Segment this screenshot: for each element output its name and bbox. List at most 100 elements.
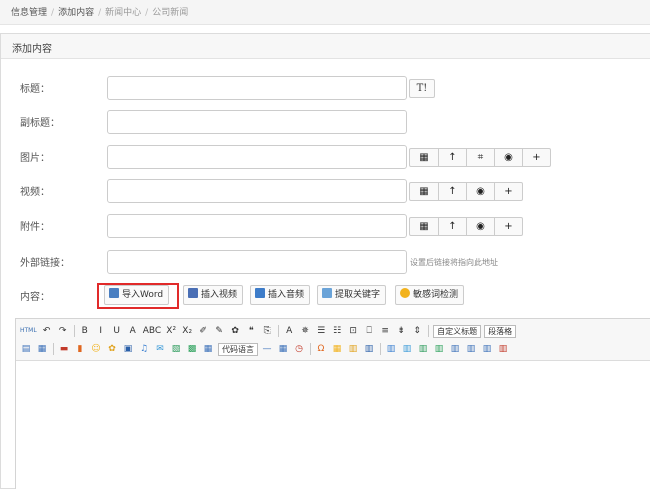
title-label: 标题： <box>20 84 50 95</box>
toolbar-button-row2-18[interactable]: ▥ <box>363 342 375 356</box>
toolbar-button-18[interactable]: ☷ <box>331 324 343 338</box>
toolbar-button-19[interactable]: ⊡ <box>347 324 359 338</box>
toolbar-button-3[interactable]: B <box>79 324 91 338</box>
toolbar-button-22[interactable]: ⇟ <box>395 324 407 338</box>
title-row: 标题： T! <box>0 76 650 100</box>
toolbar-button-row2-12[interactable]: — <box>261 342 273 356</box>
breadcrumb-item-company-news[interactable]: 公司新闻 <box>152 8 188 18</box>
toolbar-separator <box>380 343 381 355</box>
extract-keywords-label: 提取关键字 <box>335 290 381 300</box>
toolbar-button-10[interactable]: ✐ <box>197 324 209 338</box>
image-add-button[interactable]: + <box>522 149 550 166</box>
toolbar-button-1[interactable]: ↶ <box>41 324 53 338</box>
image-upload-button[interactable]: ↑ <box>438 149 466 166</box>
video-row: 视频： ▦ ↑ ◉ + <box>0 179 650 203</box>
title-input[interactable] <box>107 76 407 100</box>
toolbar-button-2[interactable]: ↷ <box>57 324 69 338</box>
attachment-row: 附件： ▦ ↑ ◉ + <box>0 214 650 238</box>
attachment-browse-button[interactable]: ▦ <box>410 218 438 235</box>
toolbar-button-row2-24[interactable]: ▥ <box>465 342 477 356</box>
video-browse-button[interactable]: ▦ <box>410 183 438 200</box>
external-link-hint: 设置后链接将指向此地址 <box>410 258 498 267</box>
toolbar-button-row2-1[interactable]: ▦ <box>36 342 48 356</box>
toolbar-button-row2-25[interactable]: ▥ <box>481 342 493 356</box>
toolbar-button-17[interactable]: ☰ <box>315 324 327 338</box>
toolbar-button-row2-3[interactable]: ▮ <box>74 342 86 356</box>
breadcrumb-separator: / <box>51 8 55 18</box>
toolbar-button-row2-19[interactable]: ▥ <box>385 342 397 356</box>
attachment-add-button[interactable]: + <box>494 218 522 235</box>
toolbar-button-9[interactable]: X₂ <box>181 324 193 338</box>
toolbar-button-row2-16[interactable]: ▦ <box>331 342 343 356</box>
toolbar-button-21[interactable]: ≡ <box>379 324 391 338</box>
toolbar-separator <box>310 343 311 355</box>
editor-body[interactable] <box>16 361 650 489</box>
toolbar-button-row2-21[interactable]: ▥ <box>417 342 429 356</box>
breadcrumb-item-add-content[interactable]: 添加内容 <box>58 8 94 18</box>
code-language-select[interactable]: 代码语言 <box>218 342 258 356</box>
toolbar-button-row2-9[interactable]: ▧ <box>170 342 182 356</box>
attachment-label: 附件： <box>20 222 50 233</box>
extract-keywords-button[interactable]: 提取关键字 <box>317 285 387 305</box>
toolbar-button-row2-17[interactable]: ▥ <box>347 342 359 356</box>
toolbar-button-row2-15[interactable]: Ω <box>315 342 327 356</box>
toolbar-button-0[interactable]: HTML <box>20 324 37 338</box>
toolbar-select-0[interactable]: 自定义标题 <box>433 324 482 338</box>
toolbar-button-row2-22[interactable]: ▥ <box>433 342 445 356</box>
toolbar-button-row2-23[interactable]: ▥ <box>449 342 461 356</box>
image-preview-button[interactable]: ◉ <box>494 149 522 166</box>
toolbar-button-16[interactable]: ✵ <box>299 324 311 338</box>
video-input[interactable] <box>107 179 407 203</box>
insert-video-label: 插入视频 <box>201 290 238 300</box>
sensitive-word-check-button[interactable]: 敏感词检测 <box>395 285 465 305</box>
video-add-button[interactable]: + <box>494 183 522 200</box>
toolbar-button-row2-10[interactable]: ▩ <box>186 342 198 356</box>
toolbar-button-row2-6[interactable]: ▣ <box>122 342 134 356</box>
insert-video-button[interactable]: 插入视频 <box>183 285 244 305</box>
subtitle-row: 副标题： <box>0 110 650 134</box>
video-preview-button[interactable]: ◉ <box>466 183 494 200</box>
toolbar-button-11[interactable]: ✎ <box>213 324 225 338</box>
image-input[interactable] <box>107 145 407 169</box>
toolbar-select-1[interactable]: 段落格 <box>484 324 517 338</box>
attachment-input[interactable] <box>107 214 407 238</box>
external-link-input[interactable] <box>107 250 407 274</box>
toolbar-button-row2-4[interactable]: ☺ <box>90 342 102 356</box>
external-link-label: 外部链接： <box>20 258 70 269</box>
toolbar-button-8[interactable]: X² <box>165 324 177 338</box>
video-upload-button[interactable]: ↑ <box>438 183 466 200</box>
toolbar-button-23[interactable]: ⇕ <box>411 324 423 338</box>
title-style-button[interactable]: T! <box>409 79 435 98</box>
toolbar-button-5[interactable]: U <box>111 324 123 338</box>
toolbar-button-row2-11[interactable]: ▦ <box>202 342 214 356</box>
toolbar-button-row2-20[interactable]: ▥ <box>401 342 413 356</box>
audio-icon <box>255 288 265 298</box>
toolbar-button-14[interactable]: ⎘ <box>261 324 273 338</box>
subtitle-input[interactable] <box>107 110 407 134</box>
toolbar-button-12[interactable]: ✿ <box>229 324 241 338</box>
toolbar-button-row2-26[interactable]: ▥ <box>497 342 509 356</box>
breadcrumb-item-news-center[interactable]: 新闻中心 <box>105 8 141 18</box>
toolbar-button-row2-2[interactable]: ▬ <box>58 342 70 356</box>
highlight-box <box>97 283 179 309</box>
toolbar-separator <box>278 325 280 337</box>
breadcrumb-item-info-management[interactable]: 信息管理 <box>11 8 47 18</box>
toolbar-button-row2-8[interactable]: ✉ <box>154 342 166 356</box>
toolbar-button-4[interactable]: I <box>95 324 107 338</box>
toolbar-button-20[interactable]: ⎕ <box>363 324 375 338</box>
image-browse-button[interactable]: ▦ <box>410 149 438 166</box>
attachment-upload-button[interactable]: ↑ <box>438 218 466 235</box>
toolbar-button-row2-7[interactable]: ♫ <box>138 342 150 356</box>
toolbar-button-row2-0[interactable]: ▤ <box>20 342 32 356</box>
toolbar-button-13[interactable]: ❝ <box>245 324 257 338</box>
toolbar-button-row2-14[interactable]: ◷ <box>293 342 305 356</box>
toolbar-button-7[interactable]: ABC <box>143 324 161 338</box>
image-crop-button[interactable]: ⌗ <box>466 149 494 166</box>
toolbar-button-6[interactable]: A <box>127 324 139 338</box>
attachment-preview-button[interactable]: ◉ <box>466 218 494 235</box>
toolbar-button-row2-5[interactable]: ✿ <box>106 342 118 356</box>
toolbar-button-row2-13[interactable]: ▦ <box>277 342 289 356</box>
toolbar-button-15[interactable]: A <box>283 324 295 338</box>
insert-audio-button[interactable]: 插入音频 <box>250 285 311 305</box>
sensitive-icon <box>400 288 410 298</box>
